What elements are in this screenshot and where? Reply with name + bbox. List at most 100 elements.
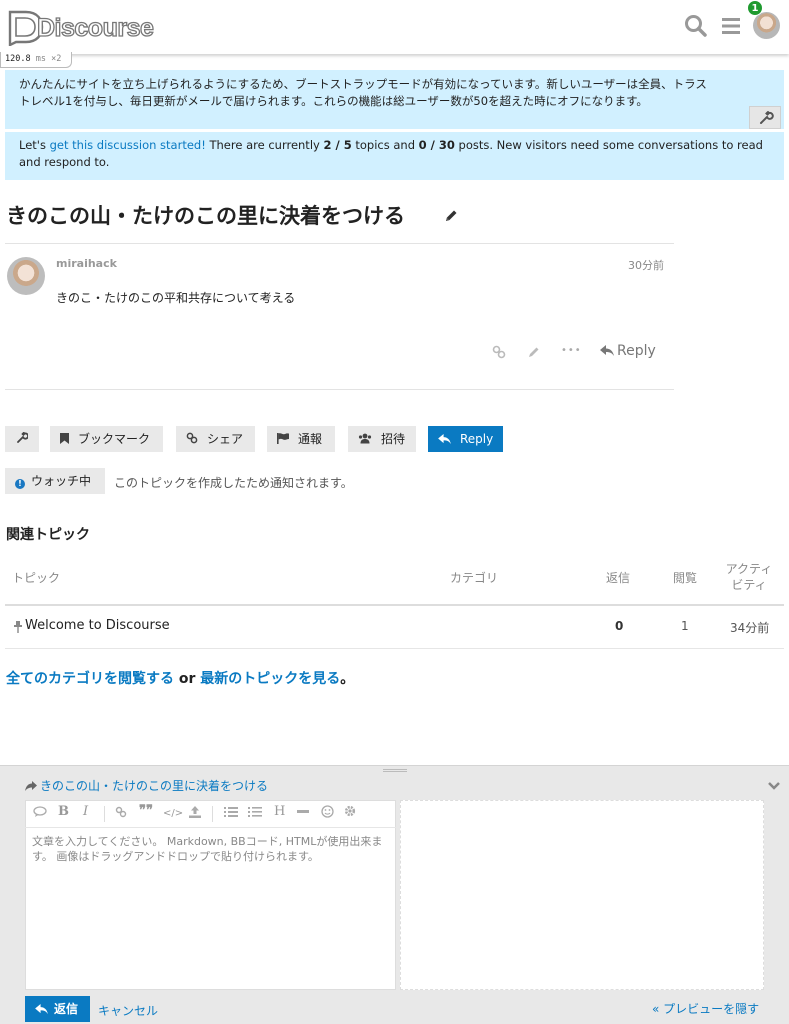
horizontal-rule-icon[interactable] [297, 810, 309, 813]
divider [5, 389, 674, 390]
share-label: シェア [207, 432, 244, 446]
bookmark-label: ブックマーク [78, 432, 151, 446]
suggested-topic-title[interactable]: Welcome to Discourse [25, 618, 170, 633]
link-icon [186, 427, 198, 453]
emoji-icon[interactable] [321, 805, 334, 821]
post-author-avatar[interactable] [7, 257, 45, 295]
heading-icon[interactable]: H [274, 804, 285, 819]
editor-placeholder: 文章を入力してください。 Markdown, BBコード, HTMLが使用出来ま… [32, 835, 383, 863]
suggested-topic-activity[interactable]: 34分前 [730, 619, 769, 636]
profiler-unit: ms [35, 54, 46, 64]
watching-label: ウォッチ中 [31, 474, 92, 488]
blockquote-icon[interactable]: ❞❞ [139, 803, 153, 818]
post-reply-button[interactable]: Reply [600, 343, 656, 359]
user-avatar[interactable] [753, 12, 780, 39]
column-header-views: 閲覧 [673, 571, 698, 585]
more-topics-line: 全てのカテゴリを閲覧する or 最新のトピックを見る。 [6, 668, 354, 688]
divider [5, 243, 674, 244]
suggested-topic-views: 1 [681, 619, 689, 633]
profiler-multiplier: ×2 [51, 54, 62, 64]
composer-resize-grip[interactable] [383, 769, 407, 772]
editor-textarea[interactable] [25, 800, 396, 990]
editor-toolbar [25, 800, 396, 828]
post-timestamp[interactable]: 30分前 [628, 257, 664, 273]
latest-topics-link[interactable]: 最新のトピックを見る [200, 671, 340, 687]
table-header-divider [5, 604, 784, 606]
column-header-topic: トピック [12, 571, 61, 585]
start-discussion-notice: Let's get this discussion started! There… [5, 132, 784, 180]
posts-count: 0 / 30 [418, 138, 455, 152]
more-or-text: or [174, 671, 201, 687]
edit-pencil-icon[interactable] [527, 345, 541, 359]
composer-submit-label: 返信 [54, 1002, 79, 1016]
topic-title[interactable]: きのこの山・たけのこの里に決着をつける [6, 200, 405, 230]
quote-icon[interactable] [33, 806, 47, 821]
bootstrap-settings-button[interactable] [749, 106, 781, 129]
post-username[interactable]: miraihack [56, 257, 117, 270]
chevron-down-icon[interactable] [767, 780, 781, 790]
reply-arrow-icon [600, 345, 614, 356]
more-end-text: 。 [340, 671, 355, 687]
flag-icon [277, 427, 289, 453]
composer-reply-to[interactable]: きのこの山・たけのこの里に決着をつける [25, 777, 268, 794]
start-notice-middle2: topics and [351, 138, 419, 152]
bullet-list-icon[interactable] [224, 806, 238, 821]
share-button[interactable]: シェア [176, 426, 255, 452]
hamburger-menu-icon[interactable] [720, 15, 744, 37]
hide-preview-link[interactable]: « プレビューを隠す [652, 1000, 759, 1017]
reply-label: Reply [460, 432, 494, 446]
browse-categories-link[interactable]: 全てのカテゴリを閲覧する [6, 671, 174, 687]
hyperlink-icon[interactable] [115, 806, 127, 821]
flag-button[interactable]: 通報 [267, 426, 335, 452]
toolbar-separator [104, 806, 105, 822]
activity-header-line1: アクティ [725, 562, 773, 576]
invite-button[interactable]: 招待 [348, 426, 416, 452]
wrench-icon [760, 111, 774, 124]
site-logo[interactable]: Discourse [6, 8, 155, 46]
column-header-replies: 返信 [606, 571, 631, 585]
reply-arrow-icon [438, 427, 451, 453]
code-icon[interactable]: </> [163, 808, 183, 819]
preview-pane [400, 800, 764, 990]
numbered-list-icon[interactable] [248, 806, 262, 821]
share-arrow-icon [25, 781, 37, 791]
composer-cancel-link[interactable]: キャンセル [98, 1002, 158, 1019]
column-header-activity: アクティ ビティ [721, 561, 777, 593]
bold-icon[interactable]: B [58, 804, 69, 819]
bookmark-icon [60, 427, 69, 453]
post-reply-label: Reply [617, 343, 656, 359]
reply-arrow-icon [35, 1004, 48, 1014]
start-discussion-link[interactable]: get this discussion started! [50, 138, 206, 152]
bootstrap-notice-line2: トレベル1を付与し、毎日更新がメールで届けられます。これらの機能は総ユーザー数が… [19, 94, 648, 108]
pencil-icon[interactable] [443, 208, 459, 224]
mini-profiler[interactable]: 120.8 ms ×2 [0, 52, 72, 68]
bootstrap-notice-line1: かんたんにサイトを立ち上げられるようにするため、ブートストラップモードが有効にな… [19, 77, 707, 91]
composer-submit-button[interactable]: 返信 [25, 996, 90, 1022]
more-actions-icon[interactable]: ••• [561, 345, 582, 356]
start-notice-middle1: There are currently [205, 138, 324, 152]
italic-icon[interactable]: I [83, 804, 88, 819]
upload-icon[interactable] [189, 806, 201, 821]
profiler-time: 120.8 [5, 54, 31, 64]
topics-count: 2 / 5 [323, 138, 352, 152]
exclamation-circle-icon: ! [15, 479, 25, 489]
users-icon [358, 427, 372, 453]
invite-label: 招待 [381, 432, 406, 446]
post-body: きのこ・たけのこの平和共存について考える [56, 291, 296, 305]
toolbar-separator [212, 806, 213, 822]
search-icon[interactable] [683, 13, 709, 39]
column-header-category: カテゴリ [450, 571, 499, 585]
notification-badge[interactable]: 1 [747, 0, 763, 16]
logo-text: Discourse [36, 13, 154, 42]
suggested-topic-replies: 0 [615, 619, 624, 633]
admin-wrench-button[interactable] [5, 426, 39, 452]
gear-icon[interactable] [344, 805, 356, 820]
activity-header-line2: ビティ [731, 578, 767, 592]
bootstrap-mode-notice: かんたんにサイトを立ち上げられるようにするため、ブートストラップモードが有効にな… [5, 70, 784, 129]
notification-level-button[interactable]: ! ウォッチ中 [5, 468, 105, 494]
notification-reason: このトピックを作成したため通知されます。 [114, 476, 353, 490]
reply-button[interactable]: Reply [428, 426, 503, 452]
start-notice-prefix: Let's [19, 138, 50, 152]
link-icon[interactable] [492, 345, 506, 359]
bookmark-button[interactable]: ブックマーク [50, 426, 163, 452]
